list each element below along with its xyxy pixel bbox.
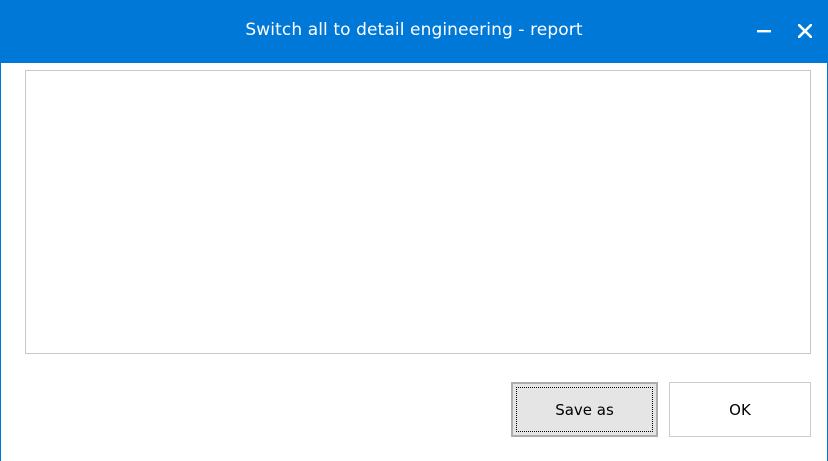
title-bar[interactable]: Switch all to detail engineering - repor… [1,0,827,63]
report-text-area[interactable] [25,70,811,354]
ok-button[interactable]: OK [669,382,811,437]
close-icon [798,24,812,38]
dialog-window: Switch all to detail engineering - repor… [0,0,828,461]
close-button[interactable] [786,10,824,52]
minimize-button[interactable] [745,10,783,52]
save-as-button[interactable]: Save as [511,382,658,437]
minimize-icon [757,30,771,33]
focus-indicator [516,387,653,432]
ok-label: OK [729,400,751,419]
window-title: Switch all to detail engineering - repor… [245,20,583,40]
